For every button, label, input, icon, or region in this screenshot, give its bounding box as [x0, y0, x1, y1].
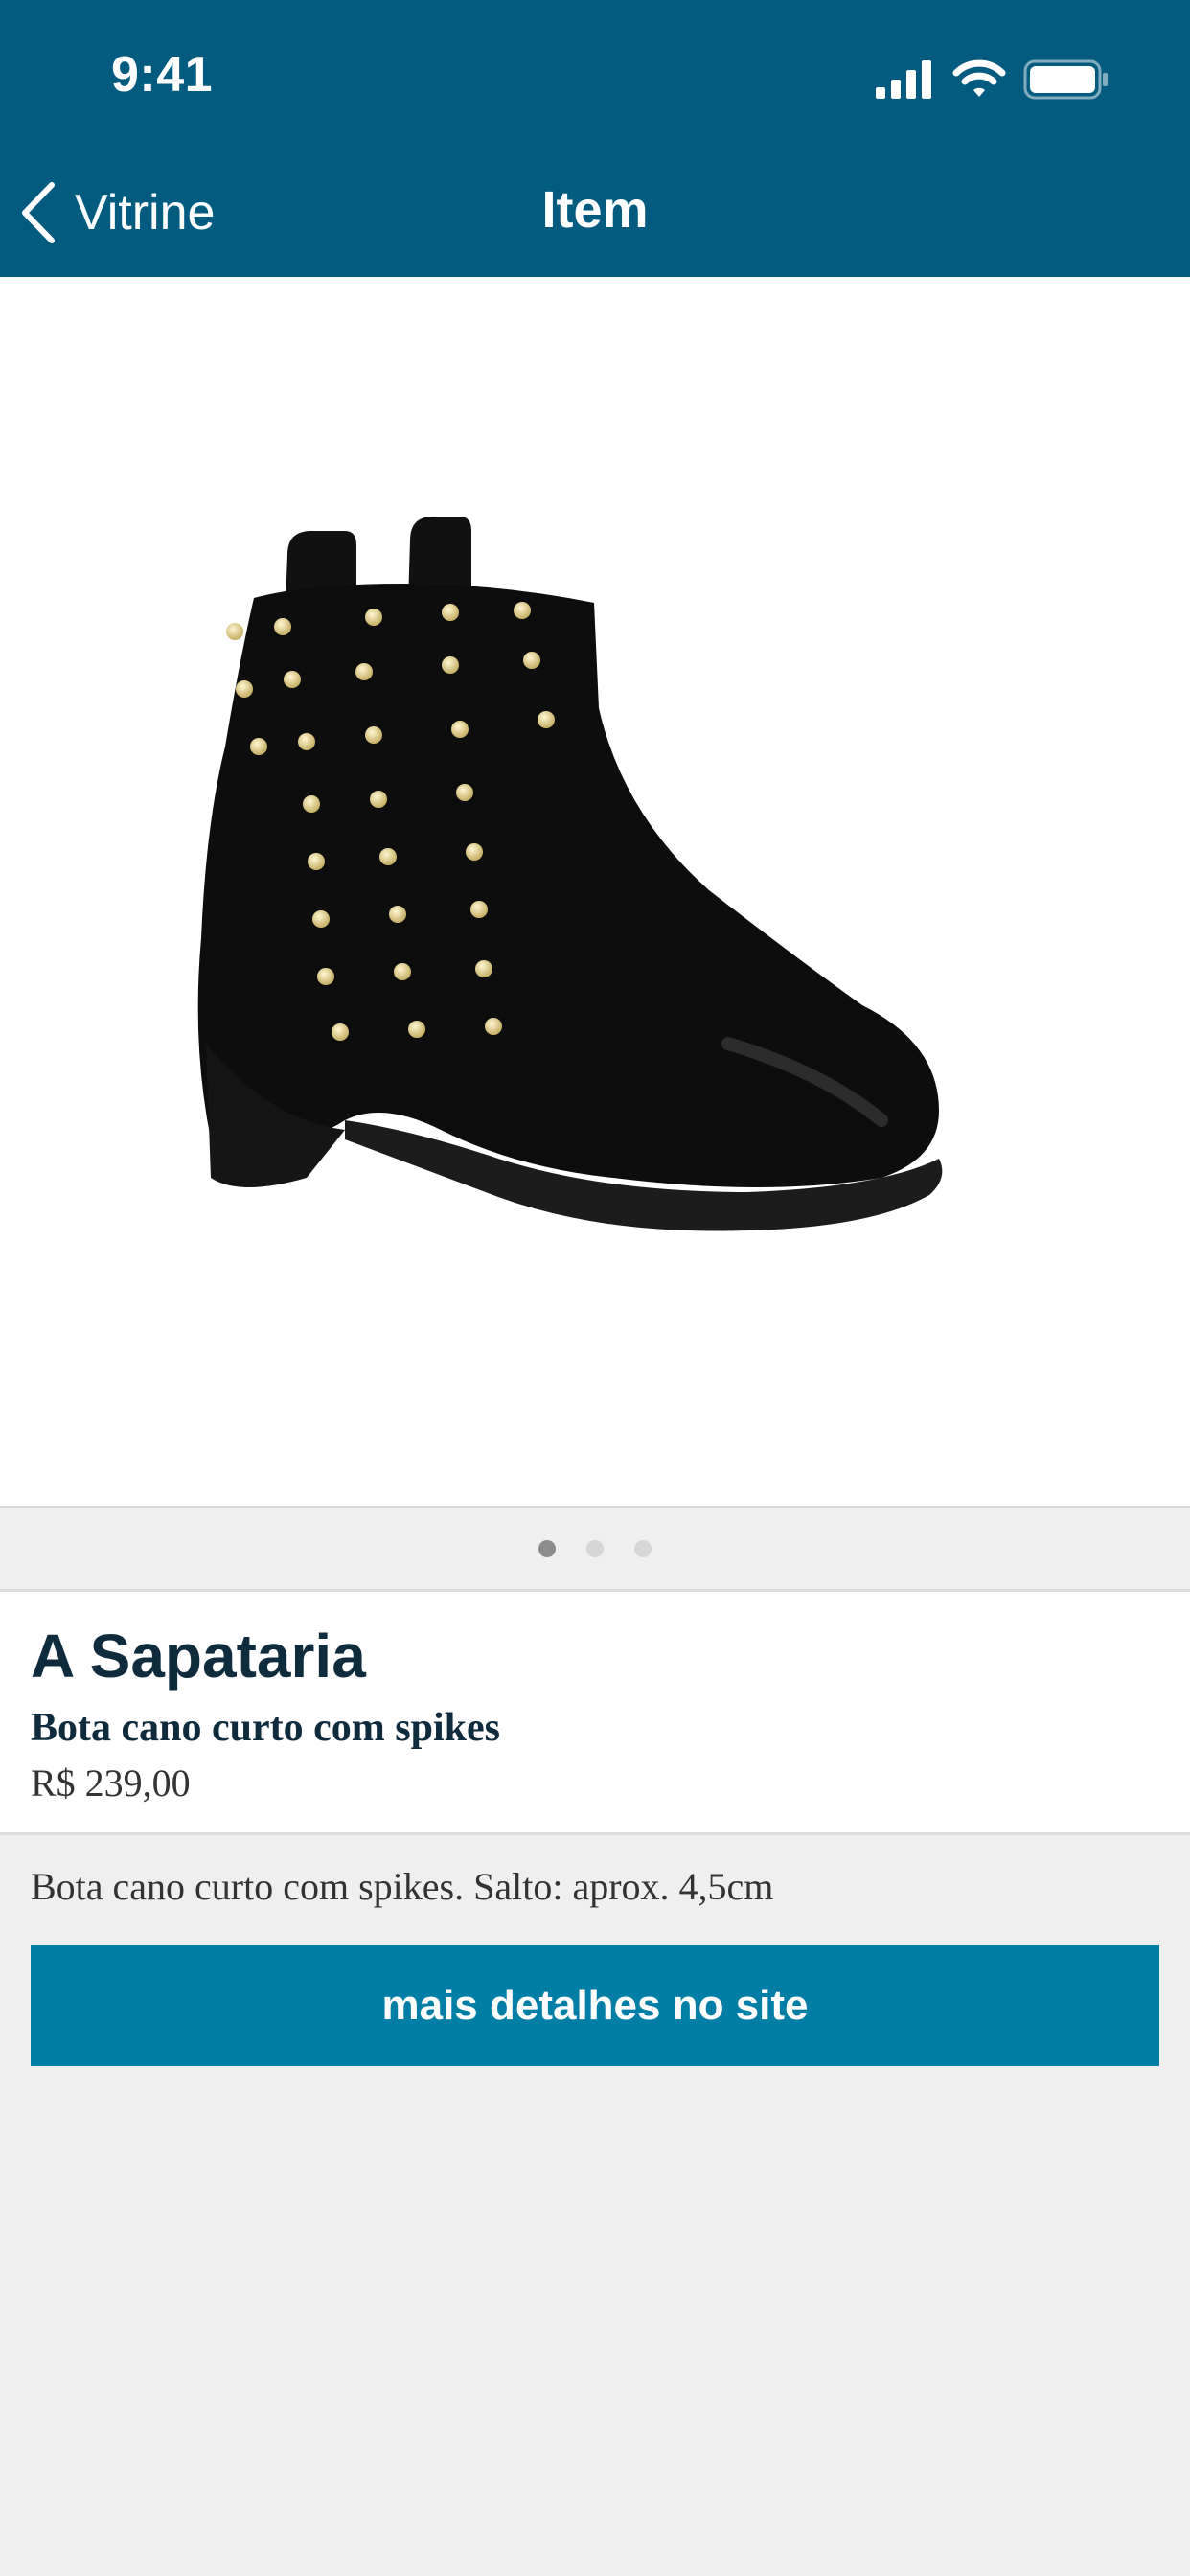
header: 9:41 Vitrine Item — [0, 0, 1190, 277]
status-icons — [876, 56, 1110, 104]
status-time: 9:41 — [111, 47, 214, 103]
product-gallery[interactable] — [0, 277, 1190, 1508]
product-description: Bota cano curto com spikes. Salto: aprox… — [31, 1865, 774, 1908]
product-price: R$ 239,00 — [31, 1761, 191, 1805]
app-screen: 9:41 Vitrine Item A Sapataria Bota cano … — [0, 0, 1190, 2576]
product-name: Bota cano curto com spikes — [31, 1706, 500, 1750]
pager-dot[interactable] — [538, 1540, 556, 1557]
page-title: Item — [541, 181, 649, 239]
pager-dot[interactable] — [586, 1540, 604, 1557]
battery-icon — [1023, 59, 1108, 100]
product-info: A Sapataria Bota cano curto com spikes R… — [0, 1592, 1190, 1835]
image-pager[interactable] — [0, 1508, 1190, 1592]
wifi-icon — [952, 59, 1006, 97]
pager-dot[interactable] — [634, 1540, 652, 1557]
brand-name: A Sapataria — [31, 1622, 366, 1690]
product-image — [197, 517, 943, 1231]
details-button[interactable]: mais detalhes no site — [31, 1945, 1159, 2066]
signal-icon — [876, 60, 931, 99]
